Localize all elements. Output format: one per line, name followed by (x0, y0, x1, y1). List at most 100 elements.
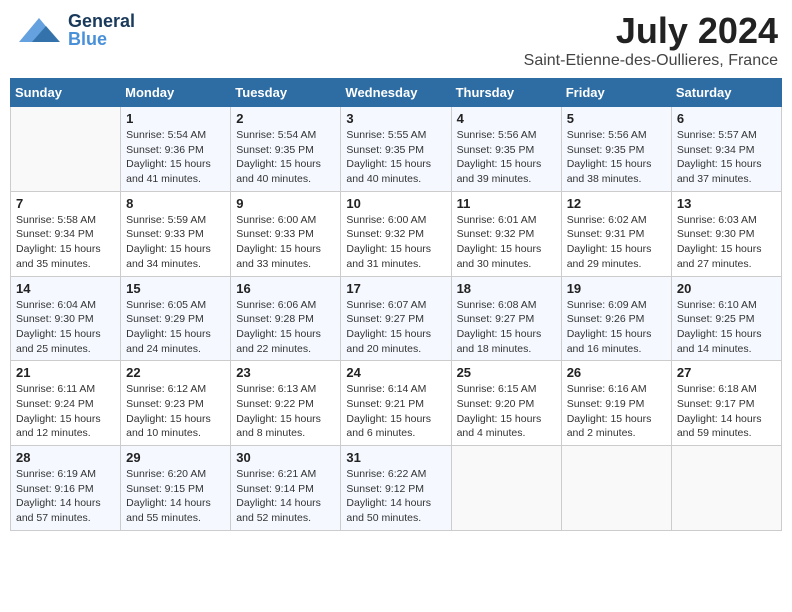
day-of-week-header: Wednesday (341, 79, 451, 107)
calendar-cell (561, 446, 671, 531)
day-info: Sunrise: 6:20 AMSunset: 9:15 PMDaylight:… (126, 467, 225, 526)
day-info: Sunrise: 5:58 AMSunset: 9:34 PMDaylight:… (16, 213, 115, 272)
day-number: 5 (567, 111, 666, 126)
calendar-cell: 17 Sunrise: 6:07 AMSunset: 9:27 PMDayligh… (341, 276, 451, 361)
day-info: Sunrise: 6:11 AMSunset: 9:24 PMDaylight:… (16, 382, 115, 441)
logo-general-text: General (68, 12, 135, 30)
day-number: 16 (236, 281, 335, 296)
day-number: 7 (16, 196, 115, 211)
day-info: Sunrise: 5:57 AMSunset: 9:34 PMDaylight:… (677, 128, 776, 187)
calendar-cell: 14 Sunrise: 6:04 AMSunset: 9:30 PMDayligh… (11, 276, 121, 361)
day-number: 13 (677, 196, 776, 211)
day-number: 10 (346, 196, 445, 211)
calendar-cell: 16 Sunrise: 6:06 AMSunset: 9:28 PMDayligh… (231, 276, 341, 361)
calendar-cell: 13 Sunrise: 6:03 AMSunset: 9:30 PMDayligh… (671, 191, 781, 276)
day-info: Sunrise: 5:54 AMSunset: 9:35 PMDaylight:… (236, 128, 335, 187)
day-of-week-header: Friday (561, 79, 671, 107)
day-info: Sunrise: 6:15 AMSunset: 9:20 PMDaylight:… (457, 382, 556, 441)
day-of-week-header: Tuesday (231, 79, 341, 107)
day-info: Sunrise: 6:09 AMSunset: 9:26 PMDaylight:… (567, 298, 666, 357)
day-info: Sunrise: 6:03 AMSunset: 9:30 PMDaylight:… (677, 213, 776, 272)
day-number: 27 (677, 365, 776, 380)
logo-text: General Blue (68, 12, 135, 48)
logo: General Blue (14, 10, 135, 50)
day-info: Sunrise: 6:12 AMSunset: 9:23 PMDaylight:… (126, 382, 225, 441)
calendar-subtitle: Saint-Etienne-des-Oullieres, France (524, 52, 778, 70)
day-number: 6 (677, 111, 776, 126)
day-info: Sunrise: 6:00 AMSunset: 9:33 PMDaylight:… (236, 213, 335, 272)
day-number: 4 (457, 111, 556, 126)
calendar-cell: 31 Sunrise: 6:22 AMSunset: 9:12 PMDayligh… (341, 446, 451, 531)
day-number: 1 (126, 111, 225, 126)
calendar-cell: 25 Sunrise: 6:15 AMSunset: 9:20 PMDayligh… (451, 361, 561, 446)
page-header: General Blue July 2024 Saint-Etienne-des… (10, 10, 782, 70)
day-info: Sunrise: 6:14 AMSunset: 9:21 PMDaylight:… (346, 382, 445, 441)
calendar-week-row: 1 Sunrise: 5:54 AMSunset: 9:36 PMDaylight… (11, 107, 782, 192)
calendar-cell: 10 Sunrise: 6:00 AMSunset: 9:32 PMDayligh… (341, 191, 451, 276)
calendar-cell: 23Sunrise: 6:13 AMSunset: 9:22 PMDayligh… (231, 361, 341, 446)
day-number: 31 (346, 450, 445, 465)
day-number: 24 (346, 365, 445, 380)
calendar-cell: 18 Sunrise: 6:08 AMSunset: 9:27 PMDayligh… (451, 276, 561, 361)
day-info: Sunrise: 6:08 AMSunset: 9:27 PMDaylight:… (457, 298, 556, 357)
calendar-title: July 2024 (524, 10, 778, 52)
calendar-cell: 7 Sunrise: 5:58 AMSunset: 9:34 PMDaylight… (11, 191, 121, 276)
day-info: Sunrise: 5:55 AMSunset: 9:35 PMDaylight:… (346, 128, 445, 187)
day-of-week-header: Monday (121, 79, 231, 107)
day-info: Sunrise: 5:54 AMSunset: 9:36 PMDaylight:… (126, 128, 225, 187)
calendar-cell: 2 Sunrise: 5:54 AMSunset: 9:35 PMDaylight… (231, 107, 341, 192)
day-number: 3 (346, 111, 445, 126)
calendar-cell: 15Sunrise: 6:05 AMSunset: 9:29 PMDayligh… (121, 276, 231, 361)
day-info: Sunrise: 6:19 AMSunset: 9:16 PMDaylight:… (16, 467, 115, 526)
title-block: July 2024 Saint-Etienne-des-Oullieres, F… (524, 10, 778, 70)
calendar-cell: 8 Sunrise: 5:59 AMSunset: 9:33 PMDaylight… (121, 191, 231, 276)
logo-icon (14, 10, 64, 50)
day-number: 17 (346, 281, 445, 296)
day-number: 19 (567, 281, 666, 296)
calendar-cell (671, 446, 781, 531)
day-number: 25 (457, 365, 556, 380)
calendar-cell: 30Sunrise: 6:21 AMSunset: 9:14 PMDayligh… (231, 446, 341, 531)
day-number: 2 (236, 111, 335, 126)
calendar-table: SundayMondayTuesdayWednesdayThursdayFrid… (10, 78, 782, 531)
day-number: 12 (567, 196, 666, 211)
calendar-cell: 27 Sunrise: 6:18 AMSunset: 9:17 PMDayligh… (671, 361, 781, 446)
calendar-cell (451, 446, 561, 531)
day-info: Sunrise: 6:16 AMSunset: 9:19 PMDaylight:… (567, 382, 666, 441)
calendar-cell (11, 107, 121, 192)
calendar-cell: 26Sunrise: 6:16 AMSunset: 9:19 PMDayligh… (561, 361, 671, 446)
day-info: Sunrise: 6:10 AMSunset: 9:25 PMDaylight:… (677, 298, 776, 357)
day-number: 15 (126, 281, 225, 296)
calendar-cell: 3 Sunrise: 5:55 AMSunset: 9:35 PMDaylight… (341, 107, 451, 192)
calendar-cell: 4Sunrise: 5:56 AMSunset: 9:35 PMDaylight… (451, 107, 561, 192)
day-info: Sunrise: 6:01 AMSunset: 9:32 PMDaylight:… (457, 213, 556, 272)
day-info: Sunrise: 6:00 AMSunset: 9:32 PMDaylight:… (346, 213, 445, 272)
calendar-week-row: 14 Sunrise: 6:04 AMSunset: 9:30 PMDayligh… (11, 276, 782, 361)
calendar-cell: 28Sunrise: 6:19 AMSunset: 9:16 PMDayligh… (11, 446, 121, 531)
day-info: Sunrise: 6:06 AMSunset: 9:28 PMDaylight:… (236, 298, 335, 357)
day-number: 29 (126, 450, 225, 465)
day-info: Sunrise: 6:07 AMSunset: 9:27 PMDaylight:… (346, 298, 445, 357)
calendar-week-row: 21 Sunrise: 6:11 AMSunset: 9:24 PMDayligh… (11, 361, 782, 446)
calendar-cell: 20Sunrise: 6:10 AMSunset: 9:25 PMDayligh… (671, 276, 781, 361)
day-number: 8 (126, 196, 225, 211)
calendar-cell: 24 Sunrise: 6:14 AMSunset: 9:21 PMDayligh… (341, 361, 451, 446)
day-number: 18 (457, 281, 556, 296)
calendar-header-row: SundayMondayTuesdayWednesdayThursdayFrid… (11, 79, 782, 107)
day-info: Sunrise: 6:18 AMSunset: 9:17 PMDaylight:… (677, 382, 776, 441)
day-info: Sunrise: 6:22 AMSunset: 9:12 PMDaylight:… (346, 467, 445, 526)
calendar-cell: 21 Sunrise: 6:11 AMSunset: 9:24 PMDayligh… (11, 361, 121, 446)
calendar-cell: 12Sunrise: 6:02 AMSunset: 9:31 PMDayligh… (561, 191, 671, 276)
calendar-cell: 1 Sunrise: 5:54 AMSunset: 9:36 PMDaylight… (121, 107, 231, 192)
day-number: 14 (16, 281, 115, 296)
calendar-week-row: 28Sunrise: 6:19 AMSunset: 9:16 PMDayligh… (11, 446, 782, 531)
day-number: 9 (236, 196, 335, 211)
logo-blue-text: Blue (68, 30, 135, 48)
day-of-week-header: Sunday (11, 79, 121, 107)
day-number: 21 (16, 365, 115, 380)
day-of-week-header: Saturday (671, 79, 781, 107)
day-info: Sunrise: 6:21 AMSunset: 9:14 PMDaylight:… (236, 467, 335, 526)
calendar-cell: 11Sunrise: 6:01 AMSunset: 9:32 PMDayligh… (451, 191, 561, 276)
day-info: Sunrise: 6:04 AMSunset: 9:30 PMDaylight:… (16, 298, 115, 357)
day-info: Sunrise: 5:59 AMSunset: 9:33 PMDaylight:… (126, 213, 225, 272)
